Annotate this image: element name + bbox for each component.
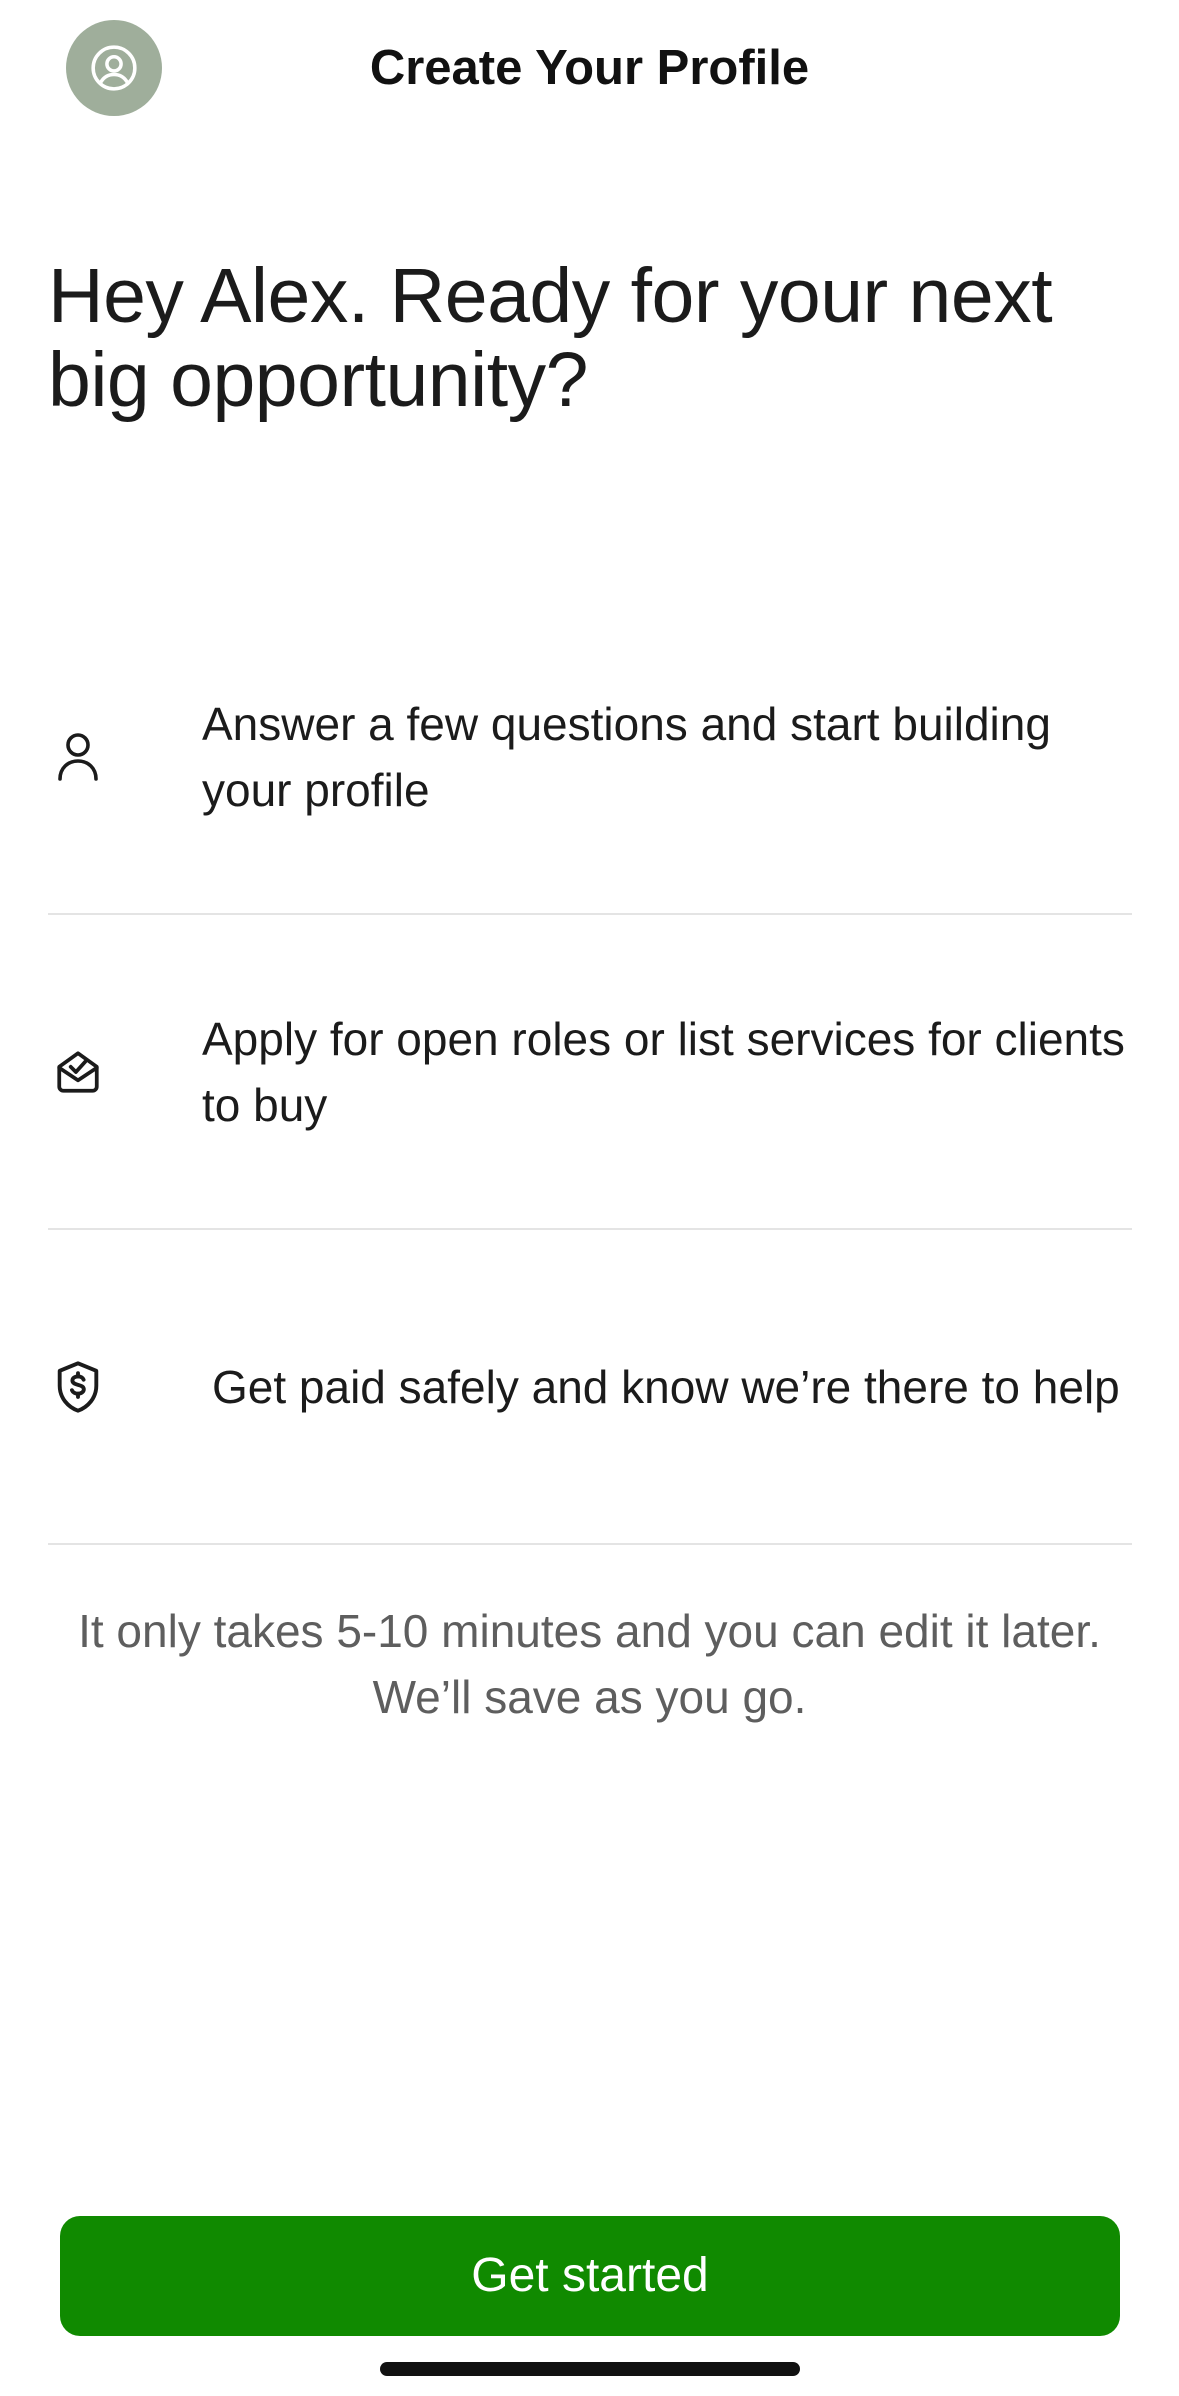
envelope-check-icon <box>48 915 108 1228</box>
feature-text: Get paid safely and know we’re there to … <box>212 1360 1120 1413</box>
time-estimate-note: It only takes 5-10 minutes and you can e… <box>78 1605 1101 1723</box>
page-title: Create Your Profile <box>369 41 810 95</box>
top-bar: Create Your Profile <box>0 0 1179 140</box>
welcome-headline: Hey Alex. Ready for your next big opport… <box>48 253 1053 423</box>
feature-item-build-profile: Answer a few questions and start buildin… <box>48 600 1132 915</box>
get-started-button[interactable]: Get started <box>60 2216 1120 2336</box>
feature-text: Apply for open roles or list services fo… <box>202 1012 1125 1131</box>
shield-dollar-icon <box>48 1230 108 1543</box>
home-indicator <box>380 2362 800 2376</box>
feature-item-get-paid: Get paid safely and know we’re there to … <box>48 1230 1132 1545</box>
feature-list: Answer a few questions and start buildin… <box>48 600 1132 1545</box>
feature-item-apply-roles: Apply for open roles or list services fo… <box>48 915 1132 1230</box>
feature-text: Answer a few questions and start buildin… <box>202 697 1051 816</box>
person-icon <box>48 600 108 913</box>
